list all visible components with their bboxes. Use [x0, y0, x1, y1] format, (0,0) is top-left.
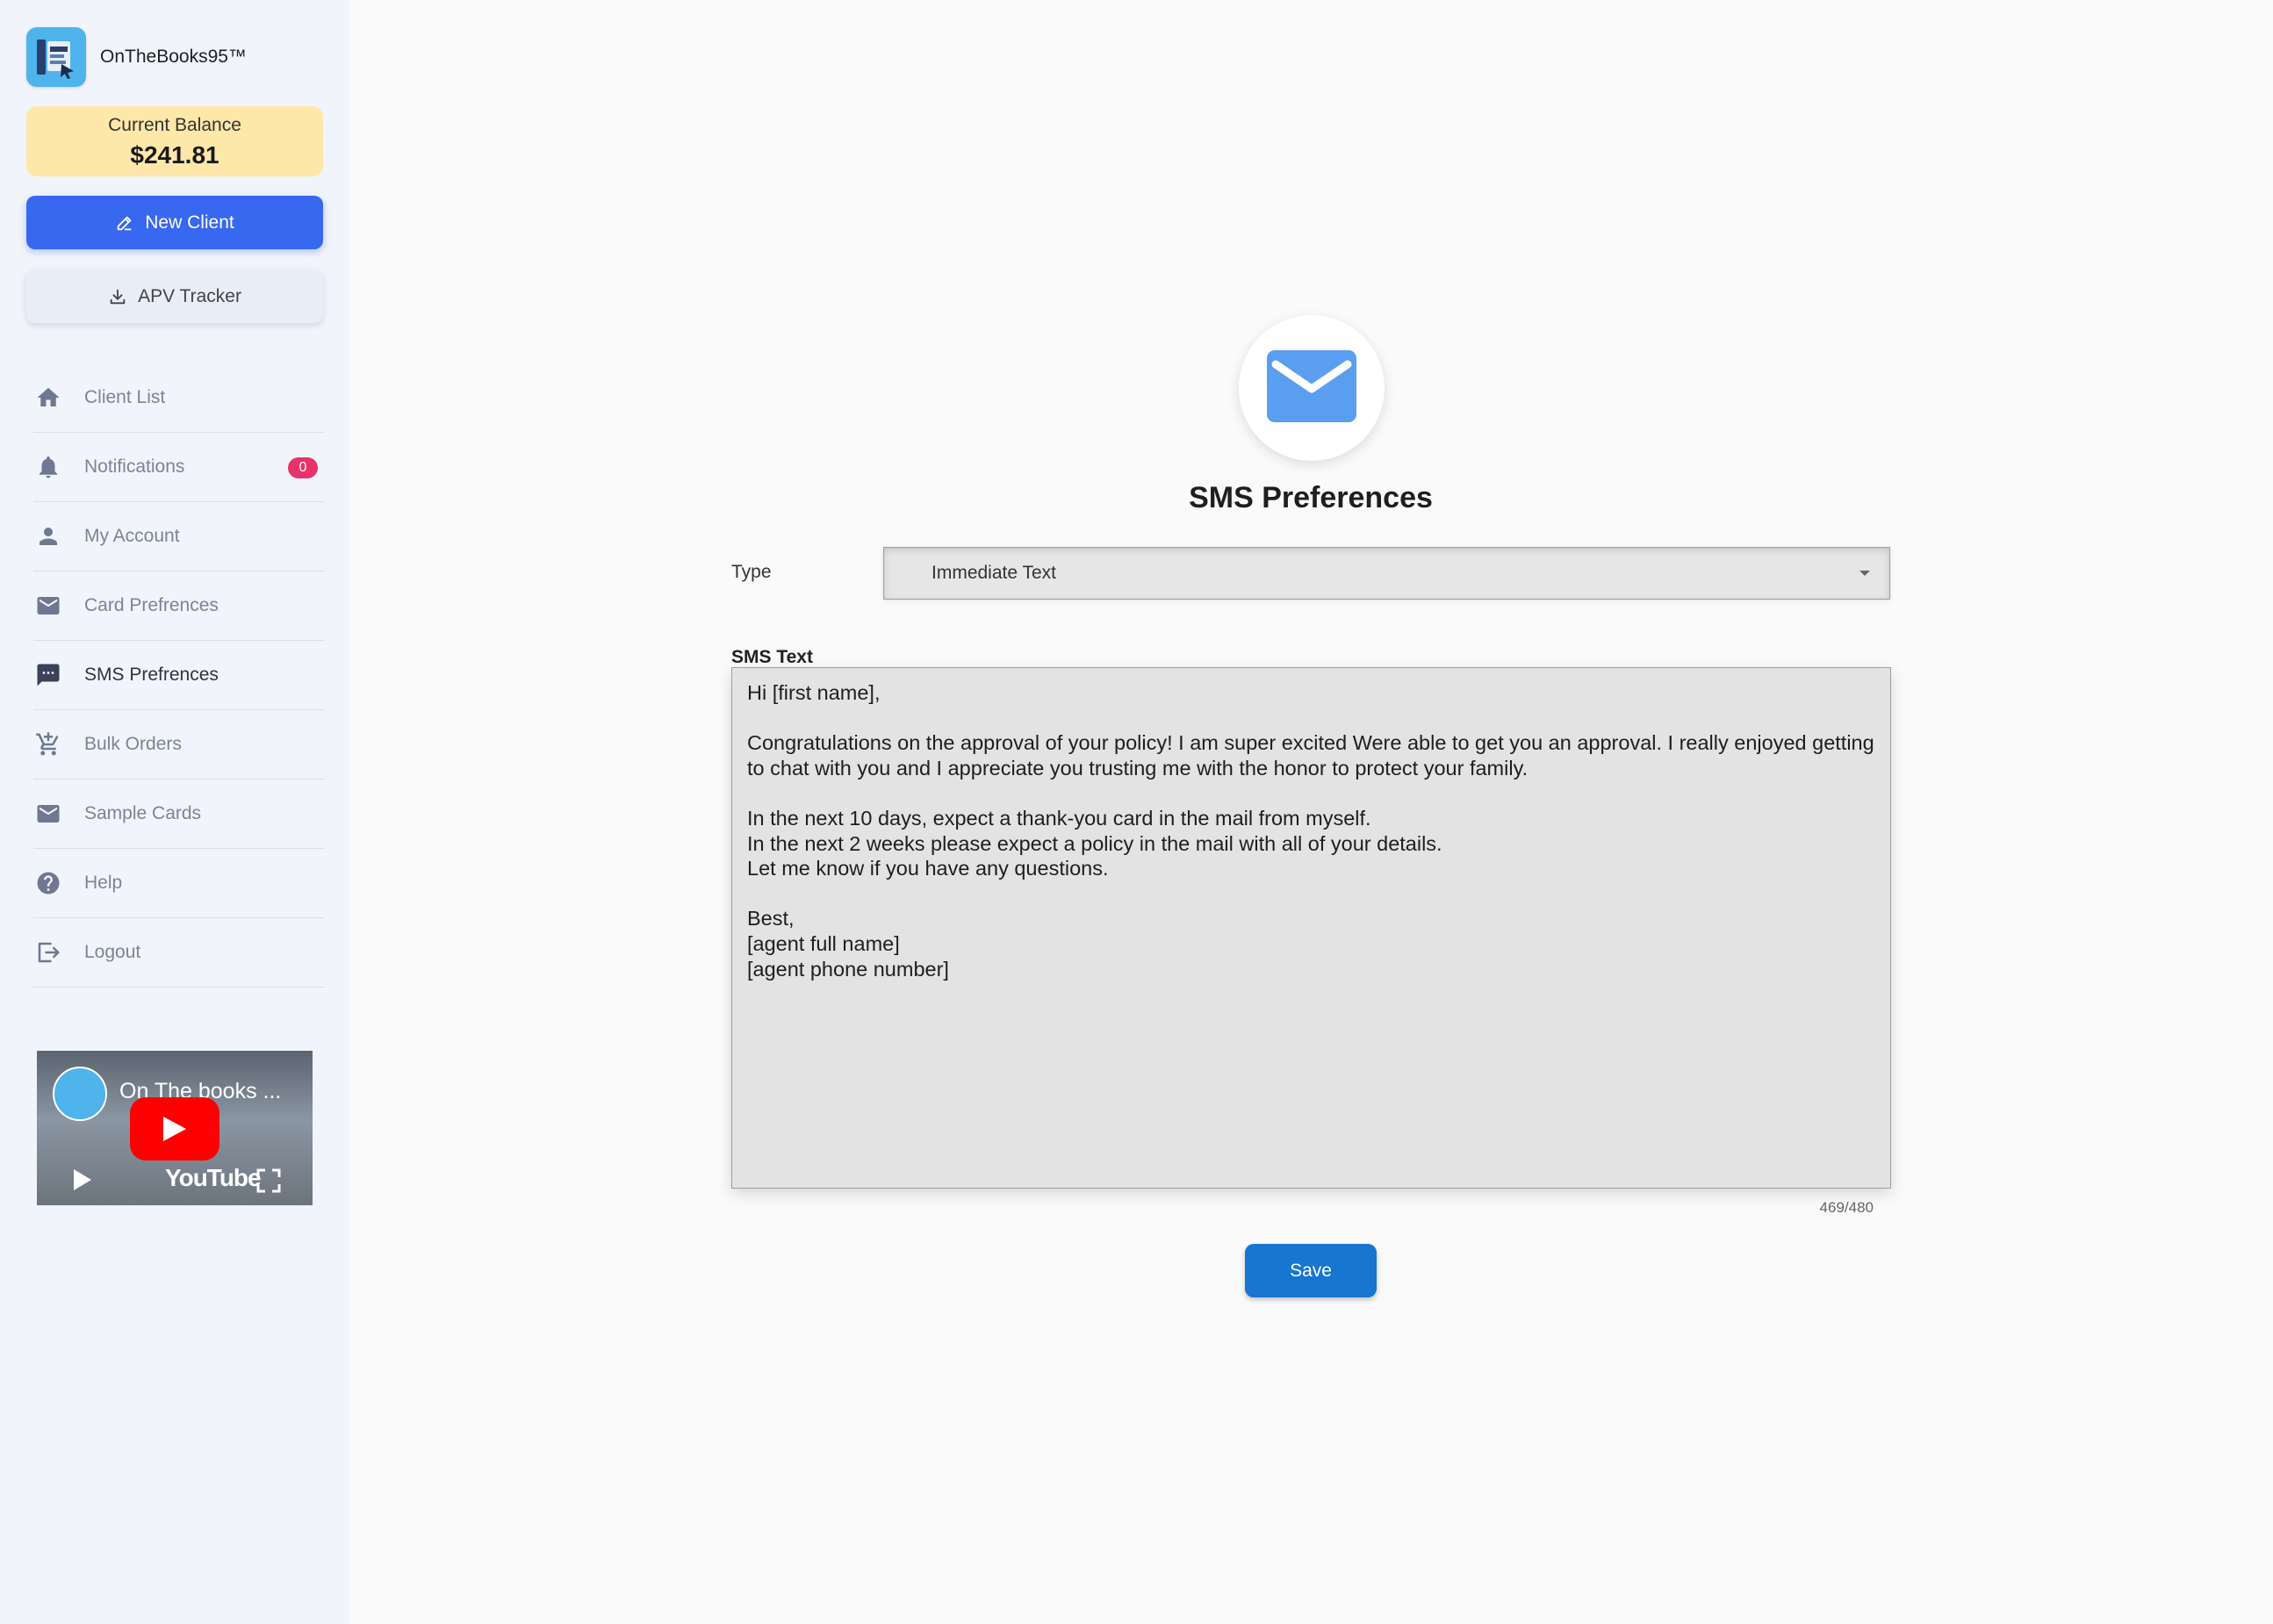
sms-text-label: SMS Text	[731, 647, 813, 667]
cart-icon	[33, 729, 63, 759]
sidebar-item-label: Bulk Orders	[84, 734, 182, 754]
mail-icon	[33, 799, 63, 829]
type-select-value: Immediate Text	[931, 563, 1057, 583]
character-counter: 469/480	[1819, 1199, 1874, 1216]
brand-name: OnTheBooks95™	[100, 47, 247, 67]
balance-card: Current Balance $241.81	[26, 106, 323, 176]
sidebar-nav: Client List Notifications 0 My Account C…	[33, 363, 325, 988]
help-icon	[33, 868, 63, 898]
balance-value: $241.81	[130, 141, 219, 169]
sidebar-item-notifications[interactable]: Notifications 0	[33, 433, 325, 502]
sidebar-item-my-account[interactable]: My Account	[33, 502, 325, 571]
fullscreen-icon[interactable]	[256, 1168, 281, 1197]
sidebar-item-label: Logout	[84, 942, 141, 962]
sidebar-item-label: Notifications	[84, 456, 185, 477]
sidebar: OnTheBooks95™ Current Balance $241.81 Ne…	[0, 0, 349, 1624]
new-client-label: New Client	[145, 212, 234, 233]
channel-avatar	[53, 1067, 107, 1121]
sidebar-item-label: Help	[84, 873, 123, 893]
youtube-play-button[interactable]	[130, 1097, 219, 1161]
brand[interactable]: OnTheBooks95™	[26, 27, 247, 87]
envelope-icon	[1267, 349, 1356, 427]
sms-text-area[interactable]	[731, 667, 1891, 1189]
sidebar-item-card-preferences[interactable]: Card Prefrences	[33, 571, 325, 641]
youtube-video-thumbnail[interactable]: On The books ... YouTube	[37, 1051, 313, 1205]
logout-icon	[33, 938, 63, 967]
notification-count-badge: 0	[288, 457, 318, 478]
chat-icon	[33, 660, 63, 690]
sidebar-item-label: SMS Prefrences	[84, 665, 219, 685]
sidebar-item-label: Client List	[84, 387, 166, 407]
type-label: Type	[731, 562, 772, 582]
bell-icon	[33, 452, 63, 482]
sidebar-item-label: Card Prefrences	[84, 595, 219, 615]
balance-label: Current Balance	[108, 115, 241, 135]
sidebar-item-sms-preferences[interactable]: SMS Prefrences	[33, 641, 325, 710]
download-icon	[108, 287, 127, 306]
apv-tracker-button[interactable]: APV Tracker	[26, 269, 323, 323]
person-icon	[33, 521, 63, 551]
youtube-logo-text: YouTube	[165, 1164, 262, 1191]
brand-logo	[26, 27, 86, 87]
sidebar-item-client-list[interactable]: Client List	[33, 363, 325, 433]
sidebar-item-label: Sample Cards	[84, 803, 202, 823]
sidebar-item-label: My Account	[84, 526, 180, 546]
page-title: SMS Preferences	[1189, 481, 1433, 514]
sidebar-item-logout[interactable]: Logout	[33, 918, 325, 988]
home-icon	[33, 383, 63, 413]
envelope-icon-container	[1239, 315, 1385, 461]
play-icon[interactable]	[72, 1168, 93, 1196]
sidebar-item-help[interactable]: Help	[33, 849, 325, 918]
caret-down-icon	[1859, 571, 1870, 576]
save-button[interactable]: Save	[1245, 1244, 1377, 1297]
pencil-icon	[115, 213, 134, 233]
type-select[interactable]: Immediate Text	[883, 547, 1890, 600]
apv-tracker-label: APV Tracker	[138, 285, 241, 306]
new-client-button[interactable]: New Client	[26, 196, 323, 249]
mail-icon	[33, 591, 63, 621]
sidebar-item-sample-cards[interactable]: Sample Cards	[33, 780, 325, 849]
sidebar-item-bulk-orders[interactable]: Bulk Orders	[33, 710, 325, 780]
